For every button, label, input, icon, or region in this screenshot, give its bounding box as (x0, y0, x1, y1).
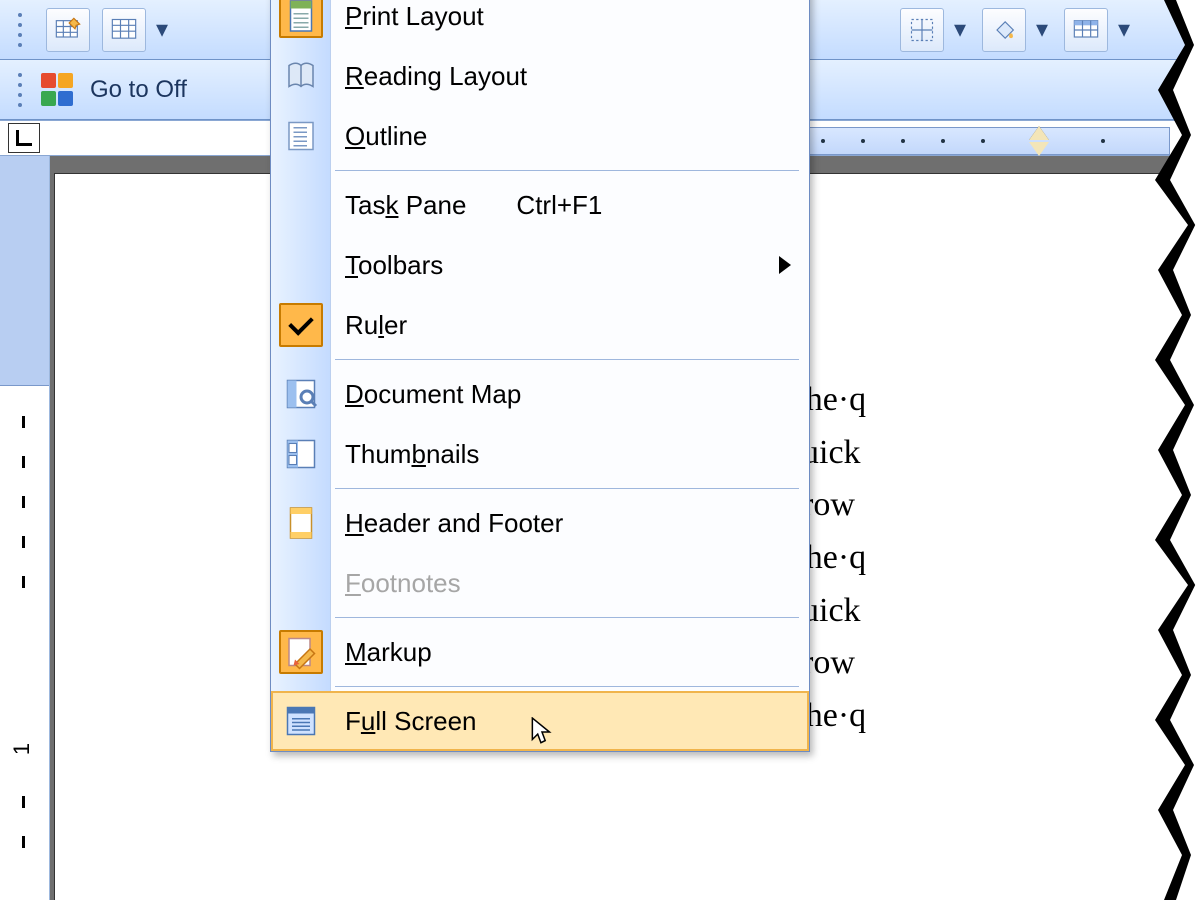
doc-text: The·q (785, 374, 1200, 427)
page-icon (279, 0, 323, 38)
menu-item-label: Footnotes (345, 568, 461, 599)
borders-icon (908, 16, 936, 44)
vertical-ruler[interactable]: 1 (0, 156, 50, 900)
dropdown-caret[interactable]: ▾ (1114, 15, 1134, 44)
dropdown-caret[interactable]: ▾ (1032, 15, 1052, 44)
menu-shortcut: Ctrl+F1 (516, 190, 602, 221)
menu-item-label: Full Screen (345, 706, 477, 737)
blank (279, 561, 323, 605)
doc-text: brow (785, 479, 1200, 532)
tab-selector[interactable] (8, 123, 40, 153)
menu-item-task_pane[interactable]: Task Pane Ctrl+F1 (271, 175, 809, 235)
menu-item-outline[interactable]: Outline (271, 106, 809, 166)
menu-item-label: Print Layout (345, 1, 484, 32)
menu-item-full_screen[interactable]: Full Screen (271, 691, 809, 751)
menu-item-toolbars[interactable]: Toolbars (271, 235, 809, 295)
dropdown-caret[interactable]: ▾ (950, 15, 970, 44)
borders-button[interactable] (900, 8, 944, 52)
doc-text: quick (785, 585, 1200, 638)
fullscreen-icon (279, 699, 323, 743)
menu-item-document_map[interactable]: Document Map (271, 364, 809, 424)
submenu-arrow-icon (779, 256, 791, 274)
doc-text: The·q (785, 532, 1200, 585)
draw-table-icon (54, 16, 82, 44)
doc-text: quick (785, 427, 1200, 480)
docmap-icon (279, 372, 323, 416)
blank (279, 243, 323, 287)
mouse-cursor-icon (531, 717, 553, 747)
doc-text: The·q (785, 690, 1200, 743)
menu-item-label: Outline (345, 121, 427, 152)
menu-separator (335, 686, 799, 687)
ruler-number: 1 (9, 743, 35, 755)
first-line-indent-marker[interactable] (1029, 126, 1049, 140)
menu-item-label: Task Pane (345, 190, 466, 221)
ruler-scale[interactable] (790, 127, 1170, 155)
shading-button[interactable] (982, 8, 1026, 52)
blank (279, 183, 323, 227)
menu-separator (335, 617, 799, 618)
paint-bucket-icon (990, 16, 1018, 44)
outline-icon (279, 114, 323, 158)
word-window: ▾ ▾ ▾ ▾ Go to Off (0, 0, 1200, 900)
header-icon (279, 501, 323, 545)
menu-item-label: Header and Footer (345, 508, 563, 539)
hanging-indent-marker[interactable] (1029, 142, 1049, 156)
menu-item-thumbnails[interactable]: Thumbnails (271, 424, 809, 484)
office-logo-icon (40, 72, 76, 108)
menu-item-ruler[interactable]: Ruler (271, 295, 809, 355)
menu-separator (335, 170, 799, 171)
menu-item-markup[interactable]: Markup (271, 622, 809, 682)
doc-text: brow (785, 637, 1200, 690)
menu-separator (335, 488, 799, 489)
draw-table-button[interactable] (46, 8, 90, 52)
menu-item-label: Document Map (345, 379, 521, 410)
table-style-icon (1072, 16, 1100, 44)
view-menu: Print Layout Reading Layout Outline Task Pa… (270, 0, 810, 752)
insert-table-button[interactable] (102, 8, 146, 52)
go-to-office-link[interactable]: Go to Off (90, 76, 187, 104)
menu-item-label: Thumbnails (345, 439, 479, 470)
blank (279, 303, 323, 347)
markup-icon (279, 630, 323, 674)
menu-separator (335, 359, 799, 360)
menu-item-reading_layout[interactable]: Reading Layout (271, 46, 809, 106)
dropdown-caret[interactable]: ▾ (152, 15, 172, 44)
menu-item-label: Toolbars (345, 250, 443, 281)
insert-table-icon (110, 16, 138, 44)
thumbs-icon (279, 432, 323, 476)
menu-item-header_footer[interactable]: Header and Footer (271, 493, 809, 553)
menu-item-label: Ruler (345, 310, 407, 341)
menu-item-label: Reading Layout (345, 61, 527, 92)
table-autoformat-button[interactable] (1064, 8, 1108, 52)
menu-item-footnotes: Footnotes (271, 553, 809, 613)
toolbar-grip[interactable] (18, 70, 28, 110)
book-icon (279, 54, 323, 98)
menu-item-label: Markup (345, 637, 432, 668)
toolbar-grip[interactable] (18, 10, 28, 50)
menu-item-print_layout[interactable]: Print Layout (271, 0, 809, 46)
